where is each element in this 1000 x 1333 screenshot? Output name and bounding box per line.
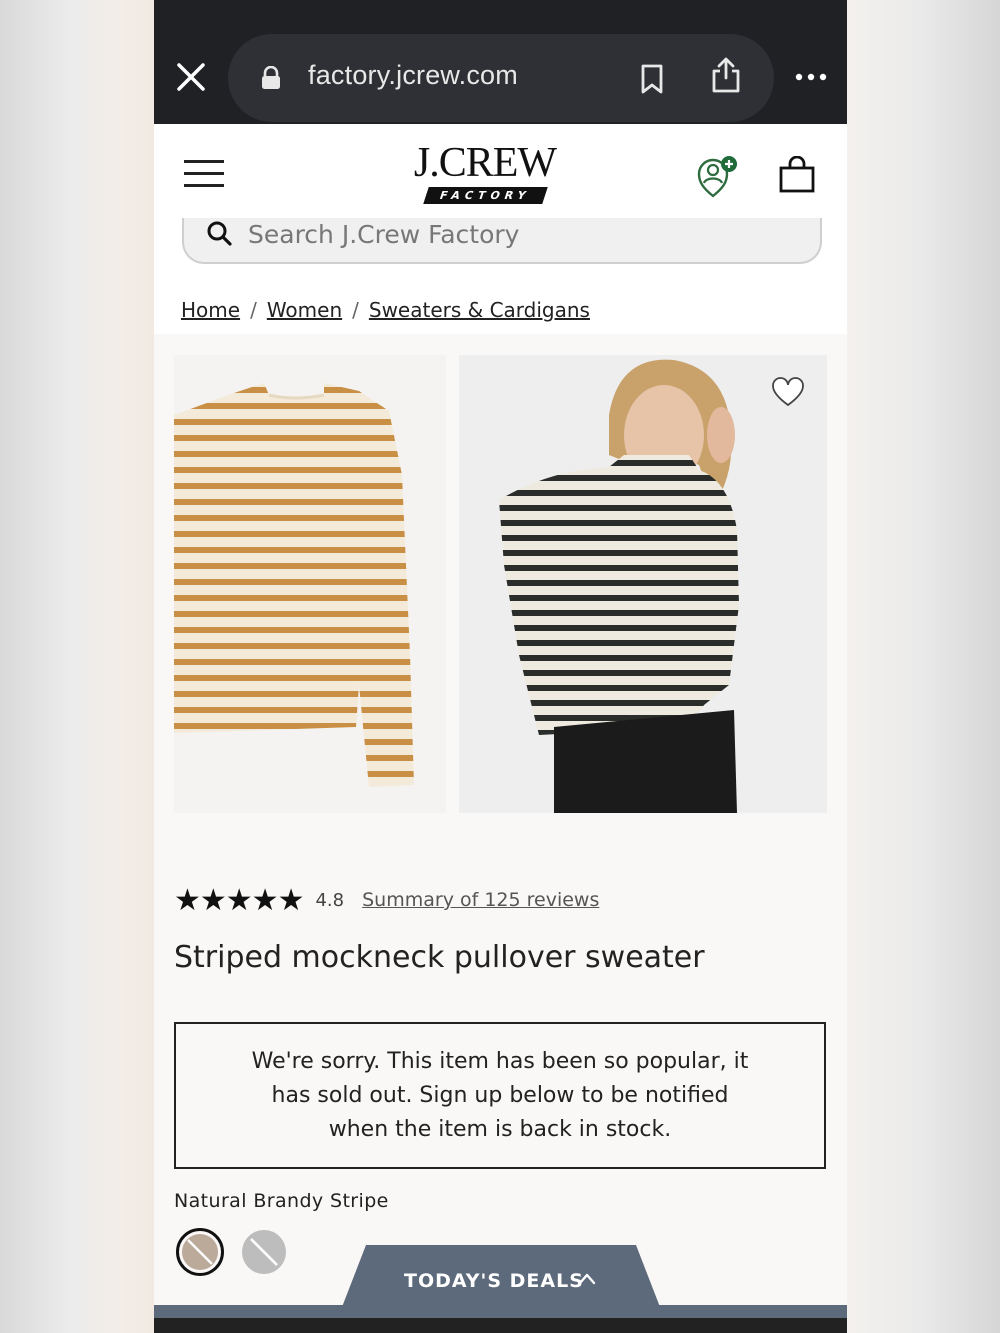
unavailable-slash-icon	[187, 1239, 213, 1265]
search-icon	[207, 221, 232, 246]
sweater-flat-image	[174, 355, 446, 813]
product-image-model[interactable]	[459, 355, 827, 813]
sold-out-notice: We're sorry. This item has been so popul…	[174, 1022, 826, 1169]
breadcrumb-home[interactable]: Home	[181, 298, 240, 322]
url-text: factory.jcrew.com	[308, 60, 518, 90]
breadcrumb-women[interactable]: Women	[267, 298, 342, 322]
rating-row: ★★★★★ 4.8 Summary of 125 reviews	[174, 882, 599, 918]
menu-icon[interactable]	[184, 160, 224, 188]
browser-toolbar: factory.jcrew.com	[154, 0, 847, 124]
address-bar[interactable]: factory.jcrew.com	[228, 34, 774, 122]
logo-main-text: J.CREW	[413, 140, 557, 186]
unavailable-slash-icon	[250, 1238, 278, 1266]
bookmark-icon[interactable]	[638, 64, 666, 94]
color-swatch-grey[interactable]	[242, 1230, 286, 1274]
logo-sub-text: FACTORY	[422, 187, 548, 204]
site-header: J.CREW FACTORY	[154, 124, 847, 224]
selected-color-name: Natural Brandy Stripe	[174, 1190, 389, 1212]
chevron-up-icon[interactable]	[578, 1272, 596, 1286]
product-title: Striped mockneck pullover sweater	[174, 940, 705, 975]
jcrew-factory-logo[interactable]: J.CREW FACTORY	[400, 142, 570, 206]
product-image-flat[interactable]	[174, 355, 446, 813]
color-swatch-natural-brandy[interactable]	[176, 1228, 224, 1276]
browser-bottom-bar	[154, 1318, 847, 1333]
wishlist-heart-icon[interactable]	[771, 377, 805, 407]
shopping-bag-icon[interactable]	[778, 156, 816, 194]
phone-screen: factory.jcrew.com J.CREW FACTORY Search …	[154, 0, 847, 1333]
reviews-summary-link[interactable]: Summary of 125 reviews	[362, 889, 599, 911]
share-icon[interactable]	[711, 56, 741, 94]
rating-value: 4.8	[315, 889, 345, 911]
star-rating-icon: ★★★★★	[174, 882, 304, 918]
account-icon[interactable]	[695, 154, 741, 200]
close-icon[interactable]	[176, 62, 206, 92]
more-options-icon[interactable]	[794, 62, 828, 92]
model-image	[459, 355, 827, 813]
lock-icon	[262, 66, 280, 89]
breadcrumb: Home / Women / Sweaters & Cardigans	[181, 298, 590, 322]
breadcrumb-sweaters-cardigans[interactable]: Sweaters & Cardigans	[369, 298, 590, 322]
search-bar[interactable]	[182, 216, 822, 264]
sold-out-message: We're sorry. This item has been so popul…	[251, 1048, 749, 1142]
todays-deals-label[interactable]: TODAY'S DEALS	[404, 1270, 584, 1292]
search-input[interactable]	[248, 216, 768, 252]
search-section: Home/Women/Sweaters & Cardigans	[154, 216, 847, 334]
